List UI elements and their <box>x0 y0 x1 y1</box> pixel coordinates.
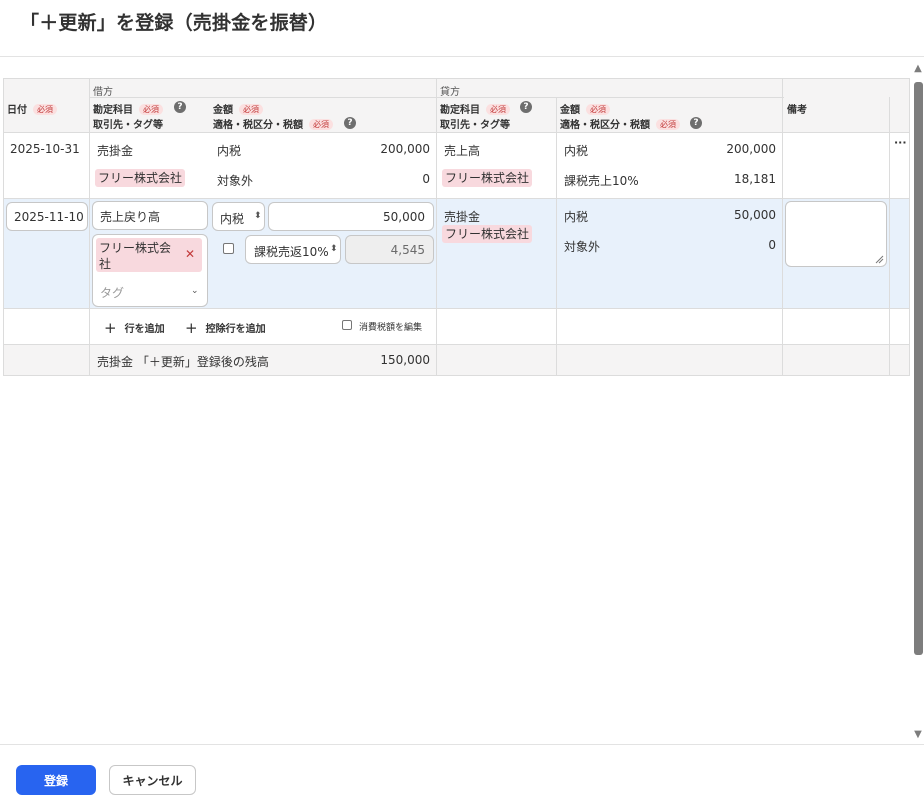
credit-amount-header: 金額 必須 <box>560 101 610 116</box>
debit-partner-chip: フリー株式会社 ✕ <box>96 238 202 272</box>
debit-account-input[interactable]: 売上戻り高 <box>92 201 208 230</box>
row2-credit-account: 売掛金 <box>444 210 481 224</box>
date-input[interactable]: 2025-11-10 <box>6 202 88 231</box>
question-circle-icon[interactable]: ? <box>520 101 532 113</box>
memo-header: 備考 <box>787 105 807 116</box>
partner-tag-field[interactable]: フリー株式会社 ✕ タグ ⌄ <box>92 234 208 307</box>
required-badge: 必須 <box>239 104 263 115</box>
plus-icon: + <box>185 319 198 337</box>
required-badge: 必須 <box>486 104 510 115</box>
row1-debit-amount1: 200,000 <box>380 142 430 156</box>
cancel-button[interactable]: キャンセル <box>109 765 196 795</box>
row2-credit-tax1: 内税 <box>564 210 589 224</box>
row1-credit-tax2: 課税売上10% <box>564 174 639 188</box>
debit-partner-header: 取引先・タグ等 <box>93 120 163 131</box>
close-icon[interactable]: ✕ <box>185 247 195 261</box>
question-circle-icon[interactable]: ? <box>174 101 186 113</box>
required-badge: 必須 <box>586 104 610 115</box>
credit-partner-header: 取引先・タグ等 <box>440 120 510 131</box>
credit-account-header: 勘定科目 必須 <box>440 101 510 116</box>
question-circle-icon[interactable]: ? <box>690 117 702 129</box>
credit-group-header: 貸方 <box>440 87 460 98</box>
edit-tax-label: 消費税額を編集 <box>359 323 423 333</box>
row1-debit-amount2: 0 <box>422 172 430 186</box>
required-badge: 必須 <box>656 119 680 130</box>
chevron-down-icon: ⬍ <box>254 211 262 221</box>
debit-account-header: 勘定科目 必須 <box>93 101 163 116</box>
scrollbar-thumb[interactable] <box>914 82 923 655</box>
row1-debit-account: 売掛金 <box>97 144 134 158</box>
row1-credit-account: 売上高 <box>444 144 481 158</box>
row1-credit-amount2: 18,181 <box>734 172 776 186</box>
debit-amount-header: 金額 必須 <box>213 101 263 116</box>
tax-category-select[interactable]: 課税売返10% ⬍ <box>245 235 341 264</box>
question-circle-icon[interactable]: ? <box>344 117 356 129</box>
scroll-up-icon[interactable]: ▲ <box>913 63 923 74</box>
footer-divider <box>0 744 924 745</box>
tax-amount-input: 4,545 <box>345 235 434 264</box>
credit-tax-header: 適格・税区分・税額 必須 <box>560 116 680 131</box>
row2-credit-partner-tag: フリー株式会社 <box>442 225 533 243</box>
tax-mode-select[interactable]: 内税 ⬍ <box>212 202 265 231</box>
add-row-button[interactable]: + 行を追加 <box>104 319 165 337</box>
required-badge: 必須 <box>33 104 57 115</box>
add-deduction-row-button[interactable]: + 控除行を追加 <box>185 319 266 337</box>
row2-credit-amount2: 0 <box>768 238 776 252</box>
row1-credit-partner-tag: フリー株式会社 <box>442 169 533 187</box>
scroll-down-icon[interactable]: ▼ <box>913 729 923 740</box>
row1-debit-tax2: 対象外 <box>217 174 254 188</box>
submit-button[interactable]: 登録 <box>16 765 96 795</box>
title-divider <box>0 56 924 57</box>
chevron-down-icon: ⌄ <box>191 286 199 296</box>
edit-tax-checkbox[interactable] <box>342 320 352 330</box>
amount-input[interactable]: 50,000 <box>268 202 434 231</box>
row1-debit-partner-tag: フリー株式会社 <box>95 169 186 187</box>
plus-icon: + <box>104 319 117 337</box>
debit-group-header: 借方 <box>93 87 113 98</box>
debit-tax-header: 適格・税区分・税額 必須 <box>213 116 333 131</box>
balance-label: 売掛金 「＋更新」登録後の残高 <box>97 355 269 369</box>
row2-credit-tax2: 対象外 <box>564 240 601 254</box>
date-header: 日付 必須 <box>7 101 57 116</box>
row1-credit-tax1: 内税 <box>564 144 589 158</box>
memo-textarea[interactable] <box>785 201 887 267</box>
balance-value: 150,000 <box>380 353 430 367</box>
chevron-down-icon: ⬍ <box>330 244 338 254</box>
resize-handle-icon[interactable] <box>874 254 884 264</box>
row2-credit-amount1: 50,000 <box>734 208 776 222</box>
row1-credit-amount1: 200,000 <box>726 142 776 156</box>
row1-date: 2025-10-31 <box>10 142 80 156</box>
tax-checkbox[interactable] <box>223 243 234 254</box>
required-badge: 必須 <box>139 104 163 115</box>
dialog-title: 「＋更新」を登録（売掛金を振替） <box>20 12 328 34</box>
more-menu-icon[interactable]: ··· <box>894 136 907 149</box>
required-badge: 必須 <box>309 119 333 130</box>
row1-debit-tax1: 内税 <box>217 144 242 158</box>
tag-placeholder: タグ <box>100 286 125 300</box>
